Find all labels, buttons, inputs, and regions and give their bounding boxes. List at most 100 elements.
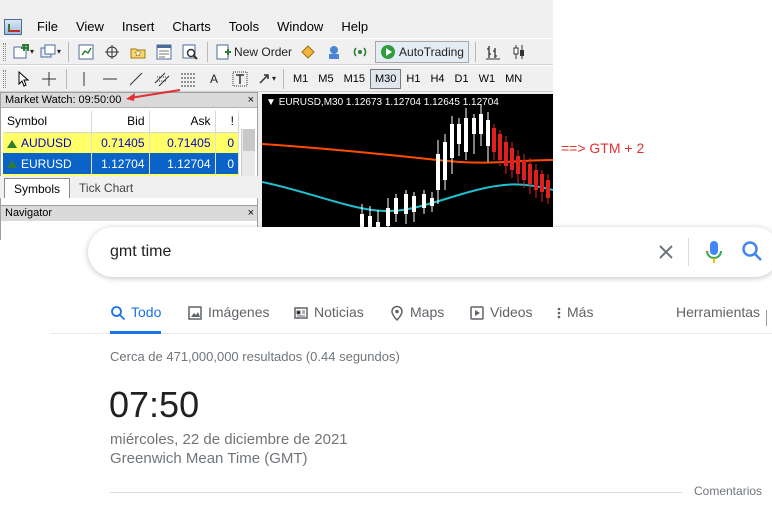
tools-button[interactable]: Herramientas: [676, 304, 760, 320]
timeframe-m1[interactable]: M1: [288, 69, 313, 89]
search-box[interactable]: gmt time: [88, 227, 772, 277]
menu-insert[interactable]: Insert: [113, 19, 164, 34]
arrows-tool[interactable]: ▾: [255, 68, 277, 90]
tab-tick-chart[interactable]: Tick Chart: [70, 178, 142, 198]
horizontal-line-tool[interactable]: [99, 68, 121, 90]
signals-icon: [329, 45, 340, 59]
search-icon: [111, 306, 126, 321]
timeframe-mn[interactable]: MN: [500, 69, 527, 89]
feedback-link[interactable]: Comentarios: [694, 484, 762, 498]
profiles-button[interactable]: ▾: [39, 41, 62, 63]
toolbar-separator: [474, 41, 476, 62]
signals-button[interactable]: [323, 41, 345, 63]
menu-view[interactable]: View: [67, 19, 113, 34]
new-chart-button[interactable]: ▾: [12, 41, 35, 63]
candle-body: [394, 198, 398, 214]
bar-chart-button[interactable]: [482, 41, 504, 63]
market-watch-tabs: Symbols Tick Chart: [0, 176, 258, 198]
candle-body: [486, 120, 490, 146]
microphone-icon[interactable]: [702, 239, 726, 265]
crosshair-move-icon: [105, 44, 120, 59]
search-input[interactable]: gmt time: [110, 243, 171, 261]
timeframe-w1[interactable]: W1: [474, 69, 501, 89]
column-bid[interactable]: Bid: [91, 111, 150, 133]
new-order-button[interactable]: New Order: [214, 41, 293, 63]
toolbar-grip[interactable]: [3, 42, 6, 61]
toolbar-separator: [68, 41, 70, 62]
image-icon: [188, 306, 202, 320]
clear-icon[interactable]: [654, 240, 678, 264]
menu-file[interactable]: File: [28, 19, 67, 34]
tab-todo[interactable]: Todo: [110, 304, 162, 334]
navigator-button[interactable]: [127, 41, 149, 63]
candle-body: [472, 118, 476, 134]
mt4-app-icon[interactable]: [4, 18, 22, 35]
google-tabs: Todo Imágenes Noticias Maps Videos Más H…: [50, 300, 772, 334]
table-row[interactable]: EURUSD 1.12704 1.12704 0: [3, 153, 239, 174]
column-spread[interactable]: !: [215, 111, 239, 133]
divider: [110, 492, 682, 493]
navigator-close-icon[interactable]: ×: [248, 206, 254, 221]
broadcast-icon: [353, 47, 367, 56]
search-divider: [688, 238, 689, 266]
fibonacci-icon: [181, 73, 195, 86]
timeframe-d1[interactable]: D1: [450, 69, 474, 89]
text-a-icon: A: [209, 71, 218, 86]
timeframe-h4[interactable]: H4: [425, 69, 449, 89]
timezone-line: Greenwich Mean Time (GMT): [110, 450, 308, 467]
autotrading-button[interactable]: AutoTrading: [375, 40, 469, 63]
text-label-icon: [232, 71, 248, 86]
result-stats: Cerca de 471,000,000 resultados (0.44 se…: [110, 349, 400, 364]
column-ask[interactable]: Ask: [149, 111, 216, 133]
trendline-icon: [129, 72, 143, 85]
radio-button[interactable]: [349, 41, 371, 63]
crosshair-tool[interactable]: [38, 68, 60, 90]
star-folder-icon: [130, 48, 146, 58]
drawing-toolbar: A ▾ M1 M5 M15 M30 H1 H4 D1 W1 MN: [0, 65, 553, 92]
data-window-button[interactable]: [101, 41, 123, 63]
timeframe-m30[interactable]: M30: [369, 68, 402, 89]
strategy-tester-button[interactable]: [179, 41, 201, 63]
menu-window[interactable]: Window: [268, 19, 332, 34]
chart-menu-triangle-icon[interactable]: ▼: [266, 97, 279, 108]
toolbar-grip[interactable]: [3, 69, 6, 88]
tab-mas[interactable]: Más: [556, 304, 593, 334]
cursor-tool[interactable]: [12, 68, 34, 90]
symbol-cell: AUDUSD: [3, 132, 92, 153]
text-label-tool[interactable]: [229, 68, 251, 90]
timeframe-h1[interactable]: H1: [401, 69, 425, 89]
tab-maps[interactable]: Maps: [389, 304, 444, 334]
candle-body: [516, 156, 520, 174]
candle-body: [430, 198, 434, 206]
candle-chart-button[interactable]: [508, 41, 530, 63]
tab-symbols[interactable]: Symbols: [4, 178, 71, 198]
candle-body: [522, 160, 526, 180]
metaeditor-button[interactable]: [297, 41, 319, 63]
chart-canvas: [262, 104, 553, 240]
cursor-icon: [18, 70, 30, 87]
terminal-button[interactable]: [153, 41, 175, 63]
candle-body: [404, 194, 408, 214]
table-row[interactable]: AUDUSD 0.71405 0.71405 0: [3, 132, 239, 153]
tab-imagenes[interactable]: Imágenes: [187, 304, 269, 334]
column-symbol[interactable]: Symbol: [3, 111, 92, 133]
timeframe-m15[interactable]: M15: [339, 69, 370, 89]
text-tool[interactable]: A: [203, 68, 225, 90]
timeframe-m5[interactable]: M5: [313, 69, 338, 89]
search-icon[interactable]: [740, 239, 764, 263]
candle-body: [450, 124, 454, 158]
menu-help[interactable]: Help: [332, 19, 377, 34]
tab-videos[interactable]: Videos: [469, 304, 533, 334]
menu-tools[interactable]: Tools: [220, 19, 268, 34]
menu-charts[interactable]: Charts: [163, 19, 219, 34]
market-watch-close-icon[interactable]: ×: [248, 93, 254, 108]
market-watch-button[interactable]: [75, 41, 97, 63]
tab-noticias[interactable]: Noticias: [293, 304, 364, 334]
price-chart[interactable]: ▼ EURUSD,M30 1.12673 1.12704 1.12645 1.1…: [262, 94, 553, 240]
news-icon: [294, 307, 308, 319]
vertical-line-tool[interactable]: [73, 68, 95, 90]
scrollbar-thumb[interactable]: [243, 129, 255, 151]
toolbar-separator: [283, 68, 285, 89]
candle-body: [498, 134, 502, 160]
candle-body: [436, 154, 440, 190]
